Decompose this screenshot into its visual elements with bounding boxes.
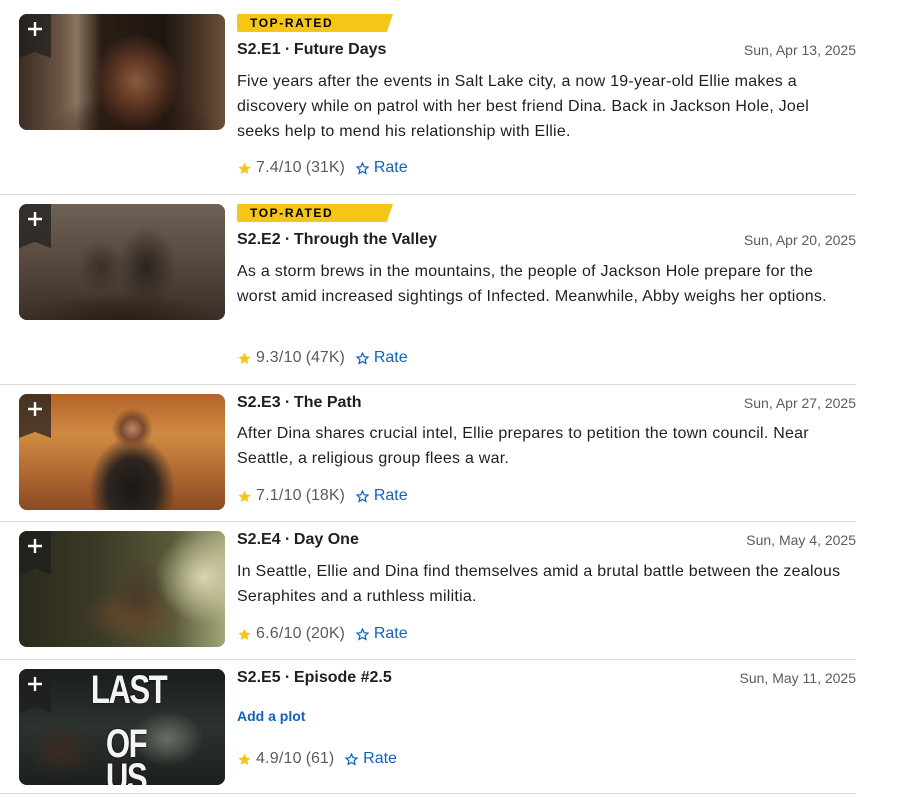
rating-value: 6.6/10 xyxy=(256,625,302,642)
add-to-watchlist-button[interactable] xyxy=(19,204,51,248)
top-rated-badge: TOP-RATED xyxy=(237,14,393,32)
air-date: Sun, May 11, 2025 xyxy=(739,670,856,686)
episode-title-link[interactable]: S2.E3 ∙ The Path xyxy=(237,394,361,412)
star-outline-icon xyxy=(344,752,359,766)
vote-count: (31K) xyxy=(305,159,345,176)
star-icon xyxy=(238,352,251,364)
episode-plot: As a storm brews in the mountains, the p… xyxy=(237,263,827,305)
vote-count: (47K) xyxy=(305,349,345,366)
episode-title-link[interactable]: S2.E4 ∙ Day One xyxy=(237,531,359,549)
plus-icon xyxy=(28,539,42,553)
episode-plot: In Seattle, Ellie and Dina find themselv… xyxy=(237,563,841,605)
rating-value: 7.4/10 xyxy=(256,159,302,176)
vote-count: (20K) xyxy=(305,625,345,642)
rating-row: 7.1/10 (18K) Rate xyxy=(237,487,408,505)
episode-plot: Five years after the events in Salt Lake… xyxy=(237,73,810,140)
episode-list: TOP-RATED S2.E1 ∙ Future Days Sun, Apr 1… xyxy=(0,0,900,798)
air-date: Sun, Apr 20, 2025 xyxy=(743,232,856,248)
star-outline-icon xyxy=(355,351,370,365)
episode-thumbnail[interactable] xyxy=(19,204,225,320)
rating-value: 4.9/10 xyxy=(256,750,302,767)
star-icon xyxy=(238,753,251,765)
add-to-watchlist-button[interactable] xyxy=(19,394,51,438)
plus-icon xyxy=(28,212,42,226)
episode-thumbnail[interactable] xyxy=(19,14,225,130)
rating-row: 9.3/10 (47K) Rate xyxy=(237,349,408,367)
plus-icon xyxy=(28,402,42,416)
add-to-watchlist-button[interactable] xyxy=(19,669,51,713)
episode-item: LAST OF US S2.E5 ∙ Episode #2.5 Sun, May… xyxy=(0,669,856,794)
rating-value: 7.1/10 xyxy=(256,487,302,504)
episode-title-link[interactable]: S2.E1 ∙ Future Days xyxy=(237,41,386,59)
episode-item: TOP-RATED S2.E2 ∙ Through the Valley Sun… xyxy=(0,204,856,385)
rate-button[interactable]: Rate xyxy=(355,625,408,643)
rating-value: 9.3/10 xyxy=(256,349,302,366)
rate-label: Rate xyxy=(373,349,408,366)
vote-count: (18K) xyxy=(305,487,345,504)
air-date: Sun, May 4, 2025 xyxy=(746,532,856,548)
episode-thumbnail[interactable]: LAST OF US xyxy=(19,669,225,785)
show-logo-text: OF US xyxy=(105,722,148,785)
show-logo-text: LAST xyxy=(90,669,168,712)
add-to-watchlist-button[interactable] xyxy=(19,14,51,58)
rate-label: Rate xyxy=(373,487,408,504)
air-date: Sun, Apr 13, 2025 xyxy=(743,42,856,58)
rating-row: 7.4/10 (31K) Rate xyxy=(237,159,408,177)
episode-plot: After Dina shares crucial intel, Ellie p… xyxy=(237,425,809,467)
episode-item: TOP-RATED S2.E1 ∙ Future Days Sun, Apr 1… xyxy=(0,14,856,195)
star-icon xyxy=(238,628,251,640)
air-date: Sun, Apr 27, 2025 xyxy=(743,395,856,411)
rating-row: 4.9/10 (61) Rate xyxy=(237,750,397,768)
episode-title-link[interactable]: S2.E2 ∙ Through the Valley xyxy=(237,231,437,249)
star-outline-icon xyxy=(355,161,370,175)
rate-label: Rate xyxy=(373,159,408,176)
rate-label: Rate xyxy=(373,625,408,642)
rate-button[interactable]: Rate xyxy=(344,750,397,768)
plus-icon xyxy=(28,22,42,36)
rate-button[interactable]: Rate xyxy=(355,349,408,367)
top-rated-badge: TOP-RATED xyxy=(237,204,393,222)
star-icon xyxy=(238,162,251,174)
rate-button[interactable]: Rate xyxy=(355,487,408,505)
episode-title-link[interactable]: S2.E5 ∙ Episode #2.5 xyxy=(237,669,392,687)
star-outline-icon xyxy=(355,489,370,503)
plus-icon xyxy=(28,677,42,691)
episode-item: S2.E3 ∙ The Path Sun, Apr 27, 2025 After… xyxy=(0,394,856,522)
episode-thumbnail[interactable] xyxy=(19,394,225,510)
episode-item: S2.E4 ∙ Day One Sun, May 4, 2025 In Seat… xyxy=(0,531,856,660)
rating-row: 6.6/10 (20K) Rate xyxy=(237,625,408,643)
rate-label: Rate xyxy=(363,750,397,767)
add-to-watchlist-button[interactable] xyxy=(19,531,51,575)
add-plot-link[interactable]: Add a plot xyxy=(237,708,305,724)
star-icon xyxy=(238,490,251,502)
episode-thumbnail[interactable] xyxy=(19,531,225,647)
vote-count: (61) xyxy=(305,750,335,767)
rate-button[interactable]: Rate xyxy=(355,159,408,177)
star-outline-icon xyxy=(355,627,370,641)
